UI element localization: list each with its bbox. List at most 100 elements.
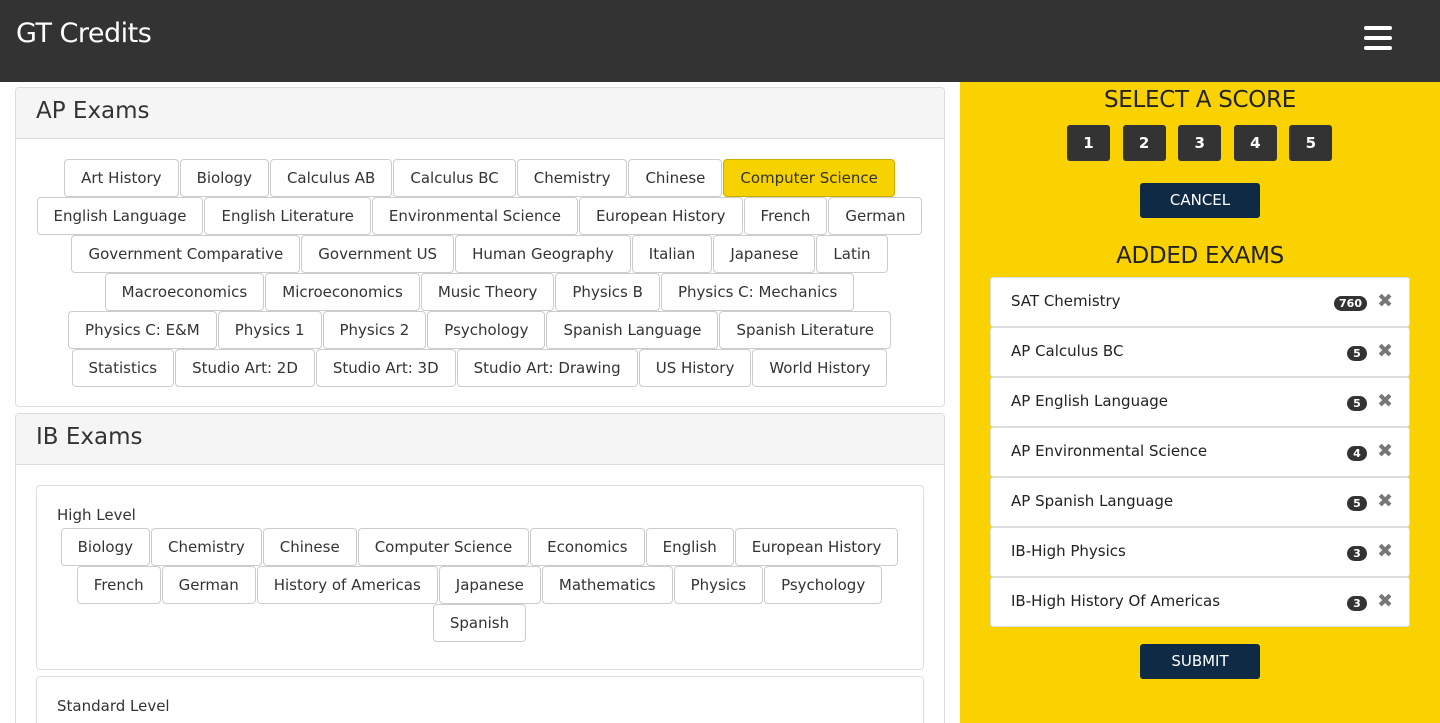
ib-exams-panel: IB Exams High Level Biology Chemistry Chin… <box>15 413 945 723</box>
score-button-2[interactable]: 2 <box>1122 125 1166 161</box>
ap-exam-button-spanish-literature[interactable]: Spanish Literature <box>719 311 891 349</box>
ap-exam-button-japanese[interactable]: Japanese <box>713 235 816 273</box>
score-button-3[interactable]: 3 <box>1178 125 1222 161</box>
ib-exam-button-physics[interactable]: Physics <box>673 566 764 604</box>
ib-exam-button-french[interactable]: French <box>76 566 161 604</box>
ib-standard-level-panel: Standard Level <box>36 676 924 723</box>
ib-exam-row: Biology Chemistry Chinese Computer Science E… <box>47 528 913 566</box>
ap-exam-row: Physics C: E&M Physics 1 Physics 2 Psycholo… <box>26 311 934 349</box>
ap-exam-button-english-language[interactable]: English Language <box>36 197 204 235</box>
select-score-title: SELECT A SCORE <box>1103 87 1297 113</box>
high-level-title: High Level <box>57 506 136 524</box>
score-badge: 3 <box>1347 596 1367 611</box>
added-exam-item: AP English Language 5 ✖ <box>990 377 1410 427</box>
ap-exam-row: Statistics Studio Art: 2D Studio Art: 3D St… <box>26 349 934 387</box>
close-icon[interactable]: ✖ <box>1377 590 1393 612</box>
ib-exam-button-biology[interactable]: Biology <box>60 528 151 566</box>
ib-exam-button-spanish[interactable]: Spanish <box>432 604 527 642</box>
ap-exams-panel: AP Exams Art History Biology Calculus AB Ca… <box>15 87 945 407</box>
ap-exam-button-macroeconomics[interactable]: Macroeconomics <box>104 273 265 311</box>
ap-exam-button-studio-art-3d[interactable]: Studio Art: 3D <box>315 349 456 387</box>
ib-exam-button-chinese[interactable]: Chinese <box>262 528 357 566</box>
ib-exam-button-european-history[interactable]: European History <box>734 528 899 566</box>
ap-exam-button-art-history[interactable]: Art History <box>64 159 179 197</box>
hamburger-icon[interactable] <box>1364 26 1392 50</box>
navbar: GT Credits <box>0 0 1440 82</box>
ap-exam-button-human-geography[interactable]: Human Geography <box>455 235 631 273</box>
ap-exam-button-physics-c-e-m[interactable]: Physics C: E&M <box>68 311 217 349</box>
ap-exam-row: Art History Biology Calculus AB Calculus BC… <box>26 159 934 197</box>
ap-exam-button-statistics[interactable]: Statistics <box>71 349 175 387</box>
ap-exam-button-environmental-science[interactable]: Environmental Science <box>371 197 578 235</box>
ap-exam-button-government-comparative[interactable]: Government Comparative <box>71 235 301 273</box>
ap-exam-button-world-history[interactable]: World History <box>752 349 888 387</box>
ap-exam-button-physics-c-mechanics[interactable]: Physics C: Mechanics <box>660 273 855 311</box>
close-icon[interactable]: ✖ <box>1377 290 1393 312</box>
close-icon[interactable]: ✖ <box>1377 340 1393 362</box>
ap-exam-buttons: Art History Biology Calculus AB Calculus BC… <box>16 139 944 387</box>
cancel-button[interactable]: CANCEL <box>1140 183 1260 218</box>
ap-exam-button-latin[interactable]: Latin <box>816 235 888 273</box>
score-badge: 5 <box>1347 396 1367 411</box>
ap-exam-button-studio-art-drawing[interactable]: Studio Art: Drawing <box>456 349 638 387</box>
ib-high-level-buttons: Biology Chemistry Chinese Computer Science E… <box>37 524 923 642</box>
score-button-5[interactable]: 5 <box>1289 125 1333 161</box>
added-exam-item: AP Spanish Language 5 ✖ <box>990 477 1410 527</box>
added-exam-item: IB-High History Of Americas 3 ✖ <box>990 577 1410 627</box>
added-exam-name: SAT Chemistry <box>1011 292 1121 310</box>
added-exams-list: SAT Chemistry 760 ✖ AP Calculus BC 5 ✖ AP Engl… <box>990 277 1410 627</box>
ap-exam-button-biology[interactable]: Biology <box>179 159 269 197</box>
ap-exam-button-us-history[interactable]: US History <box>638 349 752 387</box>
close-icon[interactable]: ✖ <box>1377 490 1393 512</box>
ap-exam-button-calculus-bc[interactable]: Calculus BC <box>393 159 516 197</box>
ap-exam-button-chinese[interactable]: Chinese <box>628 159 723 197</box>
ib-exam-button-computer-science[interactable]: Computer Science <box>357 528 530 566</box>
ap-exam-row: Government Comparative Government US Human… <box>26 235 934 273</box>
score-button-1[interactable]: 1 <box>1067 125 1110 161</box>
ib-exam-button-mathematics[interactable]: Mathematics <box>541 566 673 604</box>
ap-exam-button-studio-art-2d[interactable]: Studio Art: 2D <box>175 349 315 387</box>
score-badge: 5 <box>1347 496 1367 511</box>
ap-exam-button-calculus-ab[interactable]: Calculus AB <box>269 159 393 197</box>
added-exams-title: ADDED EXAMS <box>1116 243 1284 269</box>
ap-exam-button-physics-2[interactable]: Physics 2 <box>322 311 427 349</box>
ap-exam-row: Macroeconomics Microeconomics Music Theory… <box>26 273 934 311</box>
ap-exam-button-german[interactable]: German <box>828 197 923 235</box>
ap-exam-button-music-theory[interactable]: Music Theory <box>420 273 555 311</box>
score-badge: 760 <box>1334 296 1367 311</box>
ap-exam-button-psychology[interactable]: Psychology <box>427 311 546 349</box>
ap-exam-button-microeconomics[interactable]: Microeconomics <box>265 273 420 311</box>
ap-exam-button-physics-b[interactable]: Physics B <box>555 273 660 311</box>
ap-exam-row: English Language English Literature Enviro… <box>26 197 934 235</box>
ap-exam-button-english-literature[interactable]: English Literature <box>204 197 371 235</box>
ib-exam-button-english[interactable]: English <box>645 528 734 566</box>
added-exam-name: AP Calculus BC <box>1011 342 1124 360</box>
score-panel: SELECT A SCORE 12345 CANCEL ADDED EXAMS … <box>960 82 1440 723</box>
score-button-4[interactable]: 4 <box>1233 125 1277 161</box>
ap-exam-button-chemistry[interactable]: Chemistry <box>516 159 628 197</box>
app-title[interactable]: GT Credits <box>16 18 152 49</box>
close-icon[interactable]: ✖ <box>1377 390 1393 412</box>
close-icon[interactable]: ✖ <box>1377 440 1393 462</box>
submit-button[interactable]: SUBMIT <box>1140 644 1260 679</box>
ap-exam-button-italian[interactable]: Italian <box>631 235 713 273</box>
score-badge: 4 <box>1347 446 1367 461</box>
ib-exam-button-history-of-americas[interactable]: History of Americas <box>256 566 438 604</box>
ap-exam-button-physics-1[interactable]: Physics 1 <box>217 311 322 349</box>
ap-exam-button-government-us[interactable]: Government US <box>301 235 455 273</box>
added-exam-item: AP Calculus BC 5 ✖ <box>990 327 1410 377</box>
added-exam-name: IB-High Physics <box>1011 542 1126 560</box>
close-icon[interactable]: ✖ <box>1377 540 1393 562</box>
ib-exam-button-german[interactable]: German <box>161 566 256 604</box>
ib-exam-button-psychology[interactable]: Psychology <box>764 566 883 604</box>
ap-exam-button-french[interactable]: French <box>743 197 828 235</box>
exam-catalog: AP Exams Art History Biology Calculus AB Ca… <box>0 82 960 723</box>
ib-exam-button-economics[interactable]: Economics <box>530 528 645 566</box>
ib-exam-button-chemistry[interactable]: Chemistry <box>151 528 262 566</box>
ap-exam-button-european-history[interactable]: European History <box>578 197 743 235</box>
added-exam-name: AP English Language <box>1011 392 1169 410</box>
ib-exam-button-japanese[interactable]: Japanese <box>438 566 541 604</box>
ap-exam-button-spanish-language[interactable]: Spanish Language <box>546 311 719 349</box>
added-exam-name: IB-High History Of Americas <box>1011 592 1221 610</box>
ap-exam-button-computer-science[interactable]: Computer Science <box>723 159 895 197</box>
